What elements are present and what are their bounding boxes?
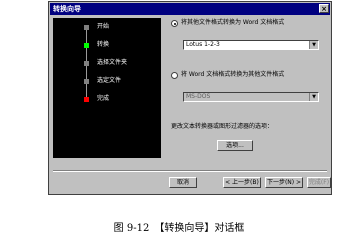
window-title: 转换向导	[53, 5, 81, 13]
target-format-value: MS-DOS	[186, 93, 211, 100]
radio-to-word-label: 将其他文件格式转换为 Word 文档格式	[181, 19, 285, 26]
cancel-button[interactable]: 取消	[169, 177, 197, 188]
step-node-files-icon	[84, 79, 89, 84]
step-node-convert-icon	[84, 43, 89, 48]
step-node-start-icon	[84, 25, 89, 30]
step-node-folder-icon	[84, 61, 89, 66]
options-panel: 将其他文件格式转换为 Word 文档格式 Lotus 1-2-3 ▼ 将 Wor…	[169, 18, 329, 158]
back-button[interactable]: < 上一步(B)	[223, 177, 261, 188]
finish-button[interactable]: 完成(F)	[307, 177, 331, 188]
step-finish[interactable]: 完成	[97, 95, 109, 103]
step-select-folder[interactable]: 选择文件夹	[97, 59, 127, 67]
divider	[53, 170, 327, 172]
step-convert[interactable]: 转换	[97, 41, 109, 49]
step-start[interactable]: 开始	[97, 23, 109, 31]
source-format-select[interactable]: Lotus 1-2-3 ▼	[183, 40, 319, 50]
close-button[interactable]: ×	[319, 4, 329, 13]
figure-caption: 图 9-12 【转换向导】对话框	[113, 223, 245, 234]
steps-panel: 开始 转换 选择文件夹 选定文件 完成	[53, 18, 161, 158]
radio-from-word-label: 将 Word 文档格式转换为其他文件格式	[181, 71, 285, 78]
radio-from-word[interactable]	[171, 72, 178, 79]
step-node-finish-icon	[84, 97, 89, 102]
next-button[interactable]: 下一步(N) >	[265, 177, 303, 188]
options-hint: 更改文本转换器或图形过滤器的选项：	[171, 123, 274, 130]
chevron-down-icon[interactable]: ▼	[309, 41, 318, 49]
conversion-wizard-dialog: 转换向导 × 开始 转换 选择文件夹 选定文件 完成 将其他文件格式转换为 Wo…	[48, 1, 332, 195]
target-format-select[interactable]: MS-DOS ▼	[183, 92, 319, 102]
source-format-value: Lotus 1-2-3	[186, 41, 220, 48]
radio-to-word[interactable]	[171, 20, 178, 27]
title-bar: 转换向导 ×	[50, 3, 330, 15]
chevron-down-icon[interactable]: ▼	[309, 93, 318, 101]
options-button[interactable]: 选项...	[217, 140, 253, 151]
step-select-files[interactable]: 选定文件	[97, 77, 121, 85]
